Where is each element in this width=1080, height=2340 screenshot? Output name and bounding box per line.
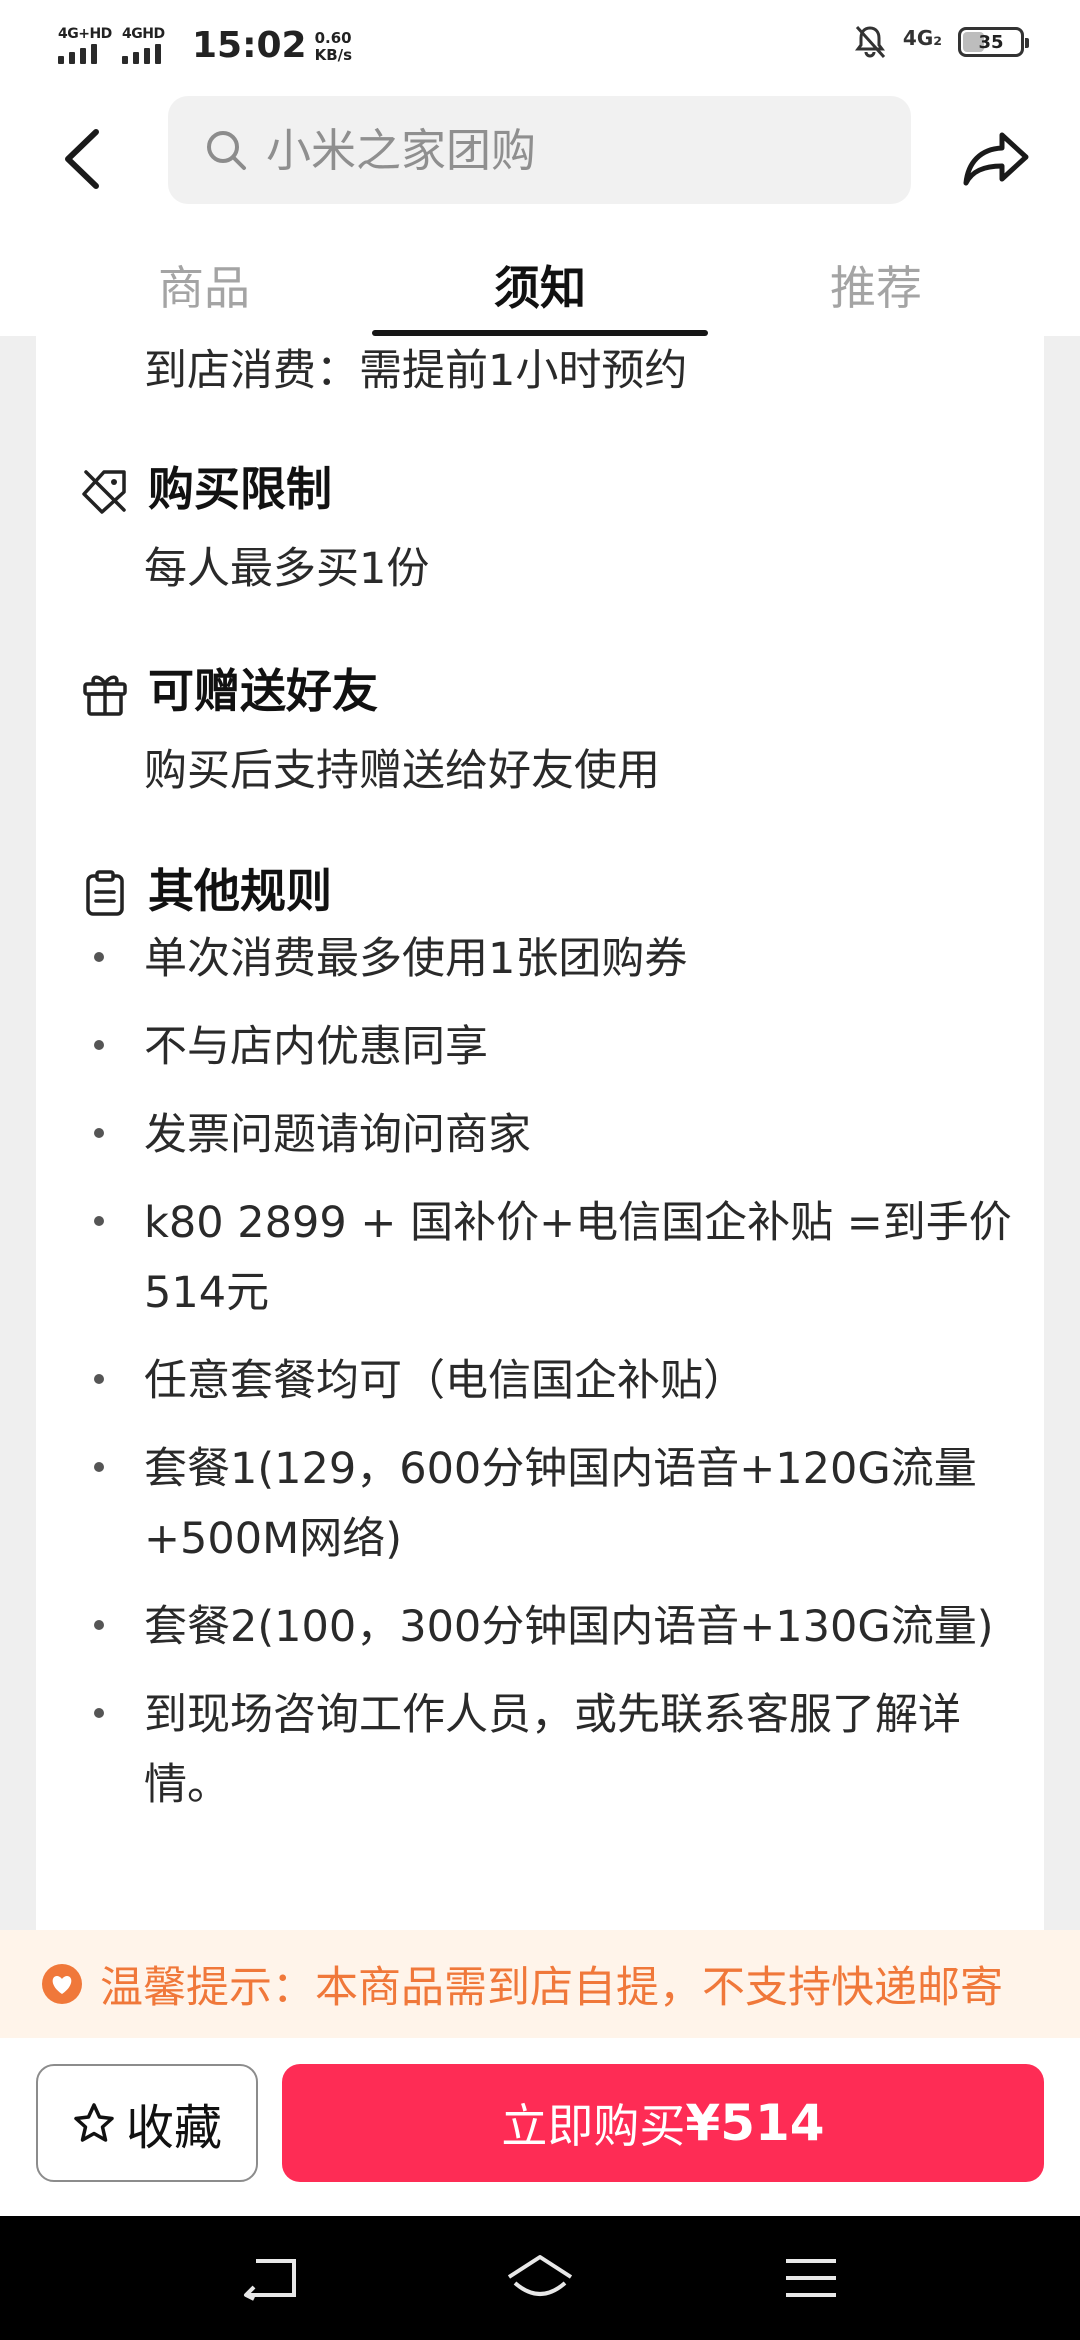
back-button[interactable]	[52, 114, 112, 204]
notice-content: 到店消费：需提前1小时预约 购买限制 每人最多买1份 可赠送好友 购买后支持赠送…	[36, 336, 1044, 1930]
chevron-left-icon	[65, 129, 99, 189]
section-text: 每人最多买1份	[144, 544, 430, 594]
rule-text: 发票问题请询问商家	[144, 1110, 531, 1160]
signal-2-icon: 4GHD	[122, 24, 178, 68]
list-item: 套餐1(129，600分钟国内语音+120G流量+500M网络)	[36, 1434, 1044, 1574]
menu-nav-icon	[786, 2259, 836, 2297]
search-input[interactable]	[264, 122, 824, 178]
bell-off-icon	[854, 25, 886, 59]
rule-text: 不与店内优惠同享	[144, 1022, 488, 1072]
screen: 4G+HD 4GHD 15:02 0.60 KB/s 4G₂ 35 小米之家团购…	[0, 0, 1080, 2340]
search-bar[interactable]	[168, 96, 911, 204]
tip-text: 温馨提示：本商品需到店自提，不支持快递邮寄	[100, 1963, 1003, 2013]
list-item: 到现场咨询工作人员，或先联系客服了解详情。	[36, 1680, 1044, 1820]
network-speed: 0.60 KB/s	[315, 30, 352, 68]
signal-1-label: 4G+HD	[58, 26, 112, 42]
favorite-button[interactable]: 收藏	[36, 2064, 258, 2182]
favorite-label: 收藏	[125, 2100, 222, 2156]
status-right: 4G₂ 35	[853, 20, 1029, 64]
action-bar: 收藏 立即购买 ¥514	[0, 2038, 1080, 2216]
header: 商品 须知 推荐	[0, 84, 1080, 336]
status-left: 4G+HD 4GHD 15:02 0.60 KB/s	[58, 18, 352, 68]
rules-list: 单次消费最多使用1张团购券 不与店内优惠同享 发票问题请询问商家 k80 289…	[36, 924, 1044, 1838]
tab-goods[interactable]: 商品	[84, 234, 324, 336]
speed-value: 0.60	[314, 29, 352, 47]
list-item: 发票问题请询问商家	[36, 1100, 1044, 1170]
home-nav-icon	[507, 2255, 573, 2296]
signal-1-icon: 4G+HD	[58, 24, 114, 68]
gift-icon	[83, 675, 127, 716]
rule-text: 套餐1(129，600分钟国内语音+120G流量+500M网络)	[144, 1444, 977, 1564]
share-icon	[963, 132, 1029, 186]
nav-home-button[interactable]	[505, 2246, 575, 2310]
system-nav-bar	[0, 2216, 1080, 2340]
battery-level: 35	[978, 31, 1004, 53]
speed-unit: KB/s	[314, 46, 353, 64]
network-type: 4G₂	[902, 26, 942, 50]
tag-slash-icon	[82, 470, 126, 514]
tab-recommend[interactable]: 推荐	[756, 234, 996, 336]
section-title: 可赠送好友	[148, 664, 378, 718]
section-text: 购买后支持赠送给好友使用	[144, 746, 660, 796]
section-purchase-limit: 购买限制 每人最多买1份	[36, 454, 1044, 594]
list-item: 套餐2(100，300分钟国内语音+130G流量)	[36, 1592, 1044, 1662]
rule-text: 套餐2(100，300分钟国内语音+130G流量)	[144, 1602, 994, 1652]
list-item: k80 2899 + 国补价+电信国企补贴 =到手价514元	[36, 1188, 1044, 1328]
status-bar: 4G+HD 4GHD 15:02 0.60 KB/s 4G₂ 35	[0, 0, 1080, 84]
star-icon	[74, 2103, 114, 2142]
section-other-rules: 其他规则	[36, 856, 1044, 926]
tab-bar: 商品 须知 推荐	[0, 234, 1080, 336]
section-title: 其他规则	[148, 864, 332, 918]
status-time: 15:02	[192, 25, 307, 66]
list-item: 任意套餐均可（电信国企补贴）	[36, 1346, 1044, 1416]
list-item: 不与店内优惠同享	[36, 1012, 1044, 1082]
battery-icon: 35	[958, 27, 1029, 57]
section-gift: 可赠送好友 购买后支持赠送给好友使用	[36, 656, 1044, 796]
rule-text: 任意套餐均可（电信国企补贴）	[144, 1356, 746, 1406]
signal-2-label: 4GHD	[122, 26, 165, 42]
section-title: 购买限制	[148, 462, 332, 516]
rule-text: 单次消费最多使用1张团购券	[144, 934, 688, 984]
tip-banner: 温馨提示：本商品需到店自提，不支持快递邮寄	[0, 1930, 1080, 2038]
tab-notice[interactable]: 须知	[420, 234, 660, 336]
buy-price: ¥514	[685, 2094, 825, 2152]
nav-back-button[interactable]	[236, 2246, 306, 2310]
back-nav-icon	[244, 2259, 296, 2301]
nav-menu-button[interactable]	[776, 2246, 846, 2310]
heart-icon	[42, 1964, 82, 2004]
rule-text: k80 2899 + 国补价+电信国企补贴 =到手价514元	[144, 1198, 1012, 1318]
list-item: 单次消费最多使用1张团购券	[36, 924, 1044, 994]
buy-label: 立即购买	[501, 2099, 686, 2153]
appointment-text: 到店消费：需提前1小时预约	[144, 346, 688, 396]
clipboard-icon	[86, 870, 124, 916]
share-button[interactable]	[960, 116, 1032, 200]
rule-text: 到现场咨询工作人员，或先联系客服了解详情。	[144, 1690, 961, 1810]
buy-now-button[interactable]: 立即购买 ¥514	[282, 2064, 1044, 2182]
search-icon	[207, 131, 246, 170]
